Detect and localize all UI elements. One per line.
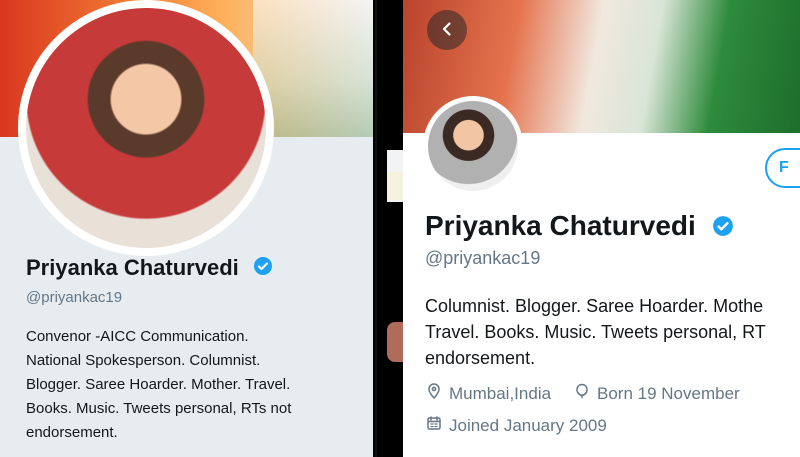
profile-handle-left: @priyankac19 — [26, 289, 123, 306]
bio-line: endorsement. — [26, 424, 118, 441]
profile-bio-right: Columnist. Blogger. Saree Hoarder. Mothe… — [425, 293, 800, 371]
profile-birthday: Born 19 November — [597, 383, 740, 403]
balloon-icon — [573, 382, 591, 405]
bio-line: Columnist. Blogger. Saree Hoarder. Mothe — [425, 296, 764, 316]
profile-name-right: Priyanka Chaturvedi — [425, 210, 734, 244]
profile-birthday-row: Born 19 November — [573, 382, 740, 405]
profile-joined-row: Joined January 2009 — [425, 414, 607, 437]
left-profile-screenshot: Priyanka Chaturvedi @priyankac19 Conveno… — [0, 0, 373, 457]
bio-line: Books. Music. Tweets personal, RTs not — [26, 400, 292, 417]
bio-line: Blogger. Saree Hoarder. Mother. Travel. — [26, 376, 291, 393]
collage-divider — [373, 0, 403, 457]
location-pin-icon — [425, 382, 443, 405]
bio-line: Travel. Books. Music. Tweets personal, R… — [425, 322, 766, 342]
profile-location-row: Mumbai,India — [425, 382, 551, 405]
profile-location: Mumbai,India — [449, 383, 552, 403]
partial-avatar-edge — [387, 322, 403, 362]
profile-photo-right — [428, 101, 518, 191]
profile-avatar-right[interactable] — [423, 96, 523, 196]
profile-bio-left: Convenor -AICC Communication. National S… — [26, 325, 356, 445]
back-button[interactable] — [427, 10, 467, 50]
profile-name-text-right: Priyanka Chaturvedi — [425, 210, 696, 241]
profile-joined: Joined January 2009 — [449, 415, 607, 435]
verified-badge-icon — [712, 212, 734, 244]
profile-avatar-left[interactable] — [18, 0, 274, 256]
verified-badge-icon — [253, 256, 273, 282]
right-profile-screenshot: F Priyanka Chaturvedi @priyankac19 Colum… — [403, 0, 800, 457]
bio-line: endorsement. — [425, 348, 536, 368]
partial-ui-edge — [387, 172, 403, 200]
follow-button[interactable]: F — [765, 148, 800, 188]
calendar-icon — [425, 414, 443, 437]
chevron-left-icon — [439, 16, 455, 44]
profile-photo-left — [26, 8, 266, 248]
bio-line: National Spokesperson. Columnist. — [26, 352, 261, 369]
profile-handle-right: @priyankac19 — [425, 248, 541, 268]
bio-line: Convenor -AICC Communication. — [26, 328, 249, 345]
follow-button-label: F — [779, 159, 789, 176]
profile-name-left: Priyanka Chaturvedi — [26, 255, 273, 282]
profile-name-text-left: Priyanka Chaturvedi — [26, 255, 239, 280]
